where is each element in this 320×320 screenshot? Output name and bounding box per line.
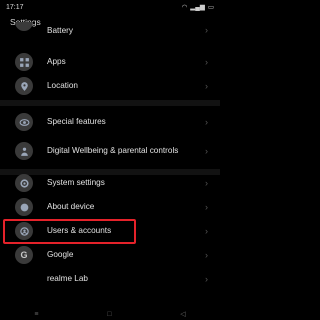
settings-item-google[interactable]: G Google › <box>0 243 220 267</box>
back-nav-icon[interactable]: ◁ <box>180 310 185 318</box>
chevron-right-icon: › <box>205 81 208 91</box>
settings-item-label: Location <box>47 81 78 90</box>
special-features-icon <box>15 113 33 131</box>
settings-item-location[interactable]: Location › <box>0 74 220 98</box>
chevron-right-icon: › <box>205 57 208 67</box>
location-pin-icon <box>15 77 33 95</box>
battery-icon <box>15 22 33 31</box>
lab-icon <box>15 270 33 288</box>
settings-item-realme-lab[interactable]: realme Lab › <box>0 267 220 291</box>
settings-item-label: Apps <box>47 57 66 66</box>
about-device-icon <box>15 198 33 216</box>
settings-item-digital-wellbeing[interactable]: Digital Wellbeing & parental controls › <box>0 136 220 166</box>
signal-icon: ▂▄▆ <box>190 4 205 11</box>
settings-item-about-device[interactable]: About device › <box>0 195 220 219</box>
chevron-right-icon: › <box>205 226 208 236</box>
settings-item-label: Battery <box>47 26 73 35</box>
settings-item-system-settings[interactable]: System settings › <box>0 171 220 195</box>
home-nav-icon[interactable]: □ <box>107 311 111 318</box>
google-g-icon: G <box>15 246 33 264</box>
status-icons: ◠ ▂▄▆ ▭ <box>182 3 214 11</box>
navigation-bar: ≡ □ ◁ <box>0 308 220 320</box>
settings-item-label: realme Lab <box>47 274 88 283</box>
settings-item-battery[interactable]: Battery › <box>0 22 220 38</box>
section-divider <box>0 100 220 106</box>
chevron-right-icon: › <box>205 178 208 188</box>
settings-item-apps[interactable]: Apps › <box>0 50 220 74</box>
status-time: 17:17 <box>6 3 24 11</box>
settings-item-label: Special features <box>47 117 106 126</box>
battery-icon: ▭ <box>207 4 214 11</box>
settings-item-label: Digital Wellbeing & parental controls <box>47 146 179 155</box>
settings-item-label: System settings <box>47 178 105 187</box>
chevron-right-icon: › <box>205 117 208 127</box>
settings-item-label: Google <box>47 250 74 259</box>
highlight-box <box>3 219 136 244</box>
chevron-right-icon: › <box>205 146 208 156</box>
chevron-right-icon: › <box>205 250 208 260</box>
chevron-right-icon: › <box>205 25 208 35</box>
wifi-icon: ◠ <box>181 4 188 11</box>
wellbeing-icon <box>15 142 33 160</box>
system-settings-icon <box>15 174 33 192</box>
menu-nav-icon[interactable]: ≡ <box>34 311 38 318</box>
apps-grid-icon <box>15 53 33 71</box>
settings-item-special-features[interactable]: Special features › <box>0 110 220 134</box>
chevron-right-icon: › <box>205 274 208 284</box>
chevron-right-icon: › <box>205 202 208 212</box>
status-bar: 17:17 ◠ ▂▄▆ ▭ <box>0 0 220 14</box>
settings-item-label: About device <box>47 202 95 211</box>
